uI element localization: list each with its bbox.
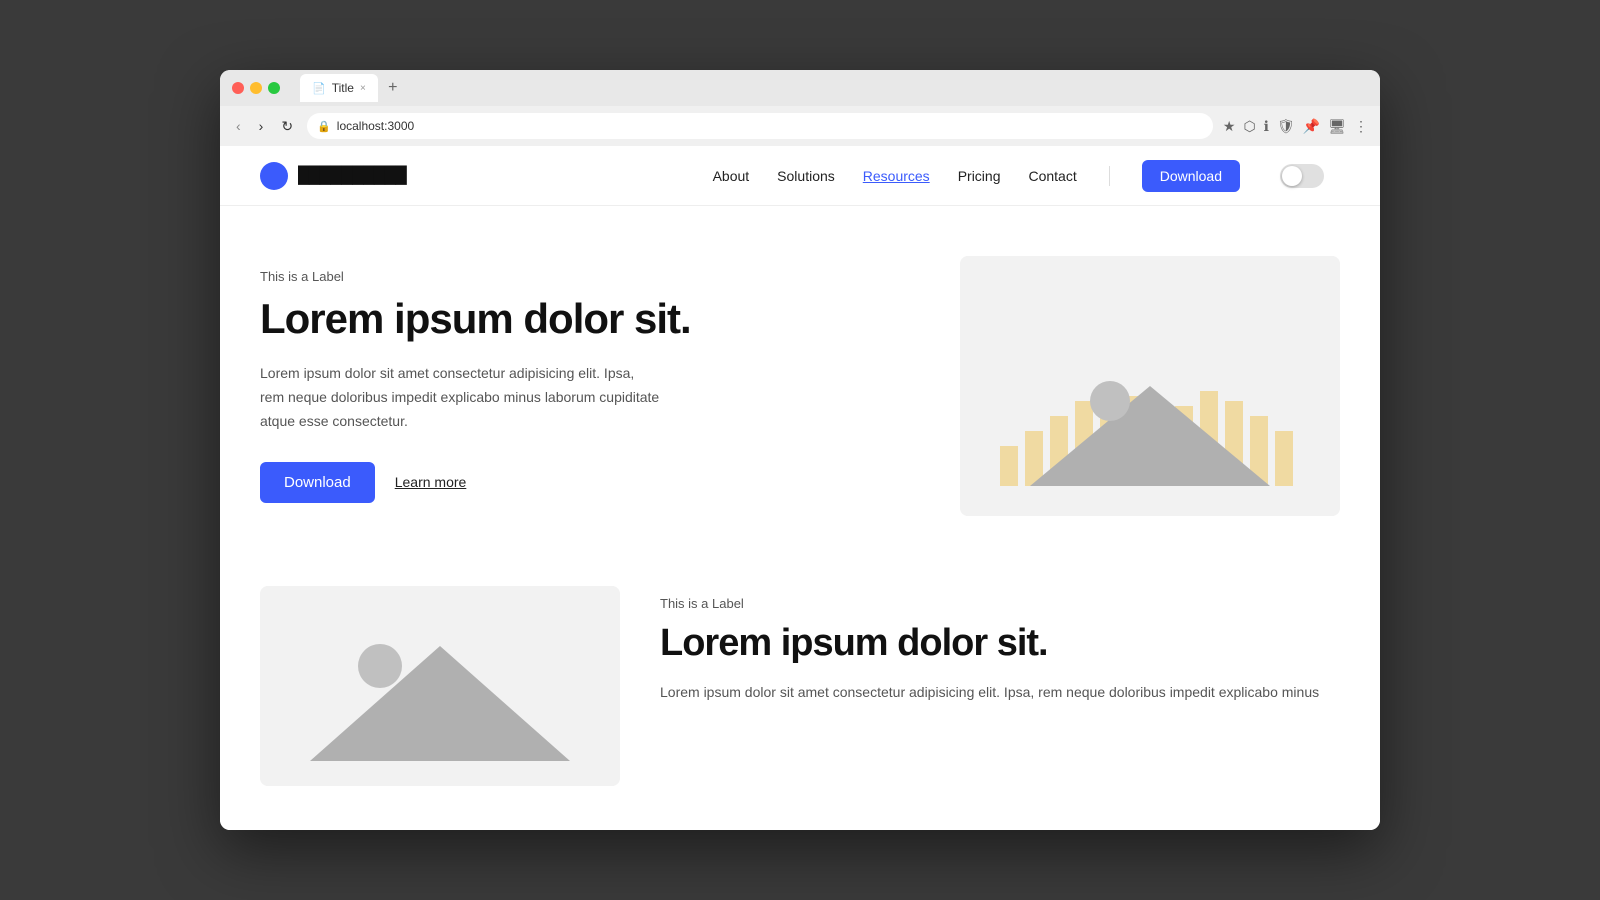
second-title: Lorem ipsum dolor sit. xyxy=(660,623,1340,665)
bookmark-icon[interactable]: ★ xyxy=(1223,118,1236,135)
hero-description: Lorem ipsum dolor sit amet consectetur a… xyxy=(260,362,660,433)
new-tab-button[interactable]: + xyxy=(382,77,404,99)
maximize-window-button[interactable] xyxy=(268,82,280,94)
nav-links: About Solutions Resources Pricing Contac… xyxy=(713,160,1324,192)
tab-title: Title xyxy=(332,81,354,95)
info-icon[interactable]: ℹ xyxy=(1264,118,1269,135)
toggle-knob xyxy=(1282,166,1302,186)
forward-button[interactable]: › xyxy=(255,116,268,136)
logo-area: ██████████ xyxy=(260,162,406,190)
hero-image-placeholder xyxy=(960,256,1340,516)
hero-section: This is a Label Lorem ipsum dolor sit. L… xyxy=(220,206,1380,566)
pin-icon[interactable]: 📌 xyxy=(1303,118,1320,135)
hero-label: This is a Label xyxy=(260,269,920,284)
hero-title: Lorem ipsum dolor sit. xyxy=(260,296,920,342)
minimize-window-button[interactable] xyxy=(250,82,262,94)
lock-icon: 🔒 xyxy=(317,120,331,133)
nav-pricing[interactable]: Pricing xyxy=(958,168,1001,184)
nav-download-button[interactable]: Download xyxy=(1142,160,1240,192)
back-button[interactable]: ‹ xyxy=(232,116,245,136)
second-image-placeholder xyxy=(260,586,620,786)
traffic-lights xyxy=(232,82,280,94)
tab-bar: 📄 Title × + xyxy=(300,74,404,102)
page-content: ██████████ About Solutions Resources Pri… xyxy=(220,146,1380,830)
browser-toolbar-icons: ★ ⬡ ℹ 🛡 📌 🖥 ⋮ xyxy=(1223,118,1368,135)
extensions-icon[interactable]: ⬡ xyxy=(1243,118,1255,135)
site-nav: ██████████ About Solutions Resources Pri… xyxy=(220,146,1380,206)
theme-toggle[interactable] xyxy=(1280,164,1324,188)
nav-about[interactable]: About xyxy=(713,168,750,184)
hero-text: This is a Label Lorem ipsum dolor sit. L… xyxy=(260,269,920,503)
address-bar: ‹ › ↻ 🔒 localhost:3000 ★ ⬡ ℹ 🛡 📌 🖥 ⋮ xyxy=(220,106,1380,146)
nav-solutions[interactable]: Solutions xyxy=(777,168,835,184)
menu-icon[interactable]: ⋮ xyxy=(1354,118,1368,135)
tab-close-button[interactable]: × xyxy=(360,83,366,94)
hero-image xyxy=(960,256,1340,516)
nav-contact[interactable]: Contact xyxy=(1028,168,1076,184)
second-section-image xyxy=(260,586,620,786)
second-section-text: This is a Label Lorem ipsum dolor sit. L… xyxy=(660,586,1340,705)
browser-window: 📄 Title × + ‹ › ↻ 🔒 localhost:3000 ★ ⬡ ℹ… xyxy=(220,70,1380,830)
close-window-button[interactable] xyxy=(232,82,244,94)
url-text: localhost:3000 xyxy=(337,119,414,133)
logo-text: ██████████ xyxy=(298,167,406,185)
second-section: This is a Label Lorem ipsum dolor sit. L… xyxy=(220,566,1380,830)
shield-icon[interactable]: 🛡 xyxy=(1277,118,1295,135)
hero-actions: Download Learn more xyxy=(260,462,920,503)
hero-download-button[interactable]: Download xyxy=(260,462,375,503)
browser-tab[interactable]: 📄 Title × xyxy=(300,74,378,102)
nav-divider xyxy=(1109,166,1110,186)
nav-resources[interactable]: Resources xyxy=(863,168,930,184)
reload-button[interactable]: ↻ xyxy=(277,116,297,137)
title-bar: 📄 Title × + xyxy=(220,70,1380,106)
second-label: This is a Label xyxy=(660,596,1340,611)
url-input[interactable]: 🔒 localhost:3000 xyxy=(307,113,1213,139)
second-description: Lorem ipsum dolor sit amet consectetur a… xyxy=(660,681,1340,705)
monitor-icon[interactable]: 🖥 xyxy=(1328,118,1346,135)
hero-learn-more-button[interactable]: Learn more xyxy=(395,474,467,490)
logo-icon xyxy=(260,162,288,190)
tab-page-icon: 📄 xyxy=(312,82,326,95)
